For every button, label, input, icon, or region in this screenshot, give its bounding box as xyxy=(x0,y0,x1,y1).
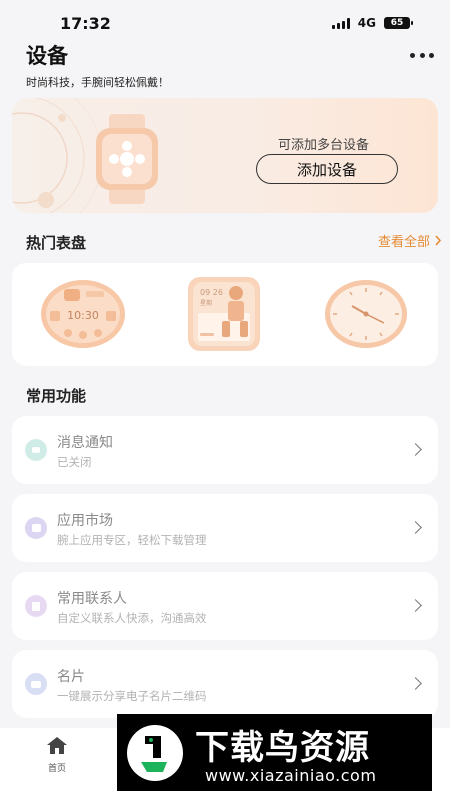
func-item-notifications[interactable]: 消息通知 已关闭 xyxy=(12,416,438,484)
status-indicators: 4G 65 xyxy=(331,16,413,30)
id-card-icon xyxy=(25,673,47,695)
page-subtitle: 时尚科技，手腕间轻松佩戴！ xyxy=(26,76,169,89)
network-type: 4G xyxy=(357,16,376,30)
func-item-contacts[interactable]: 常用联系人 自定义联系人快添，沟通高效 xyxy=(12,572,438,640)
face2-day: 星期 xyxy=(200,299,212,307)
dot-icon xyxy=(429,52,434,58)
chevron-right-icon xyxy=(435,235,442,246)
add-device-card: 可添加多台设备 添加设备 xyxy=(12,98,438,213)
status-bar: 17:32 4G 65 xyxy=(0,0,450,44)
bell-icon xyxy=(25,439,47,461)
watermark-banner: 下载鸟资源 www.xiazainiao.com xyxy=(117,714,432,791)
device-hint-text: 可添加多台设备 xyxy=(278,138,370,153)
status-time: 17:32 xyxy=(60,14,111,33)
more-options-button[interactable] xyxy=(410,46,434,64)
battery-level: 65 xyxy=(390,18,404,28)
home-icon xyxy=(47,737,67,754)
func-desc: 腕上应用专区，轻松下载管理 xyxy=(57,533,207,547)
face1-time: 10:30 xyxy=(67,309,99,322)
dot-icon xyxy=(419,52,425,58)
func-desc: 自定义联系人快添，沟通高效 xyxy=(57,611,207,625)
add-device-button[interactable]: 添加设备 xyxy=(256,154,398,184)
func-label: 名片 xyxy=(57,669,85,685)
func-label: 常用联系人 xyxy=(57,591,127,607)
dot-icon xyxy=(410,52,415,58)
tab-home[interactable]: 首页 xyxy=(40,736,74,774)
func-item-business-card[interactable]: 名片 一键展示分享电子名片二维码 xyxy=(12,650,438,718)
view-all-label: 查看全部 xyxy=(377,235,430,250)
hot-faces-title: 热门表盘 xyxy=(26,234,87,252)
page-title: 设备 xyxy=(26,44,68,68)
watermark-url: www.xiazainiao.com xyxy=(205,766,377,785)
func-label: 消息通知 xyxy=(57,435,113,451)
watch-face-1[interactable]: 10:30 xyxy=(40,279,126,349)
watermark-title: 下载鸟资源 xyxy=(195,728,370,768)
watch-face-2[interactable]: 09 26 星期 xyxy=(188,277,260,351)
func-item-app-market[interactable]: 应用市场 腕上应用专区，轻松下载管理 xyxy=(12,494,438,562)
func-desc: 已关闭 xyxy=(57,455,92,469)
chevron-right-icon xyxy=(409,599,422,612)
watch-face-3[interactable] xyxy=(324,279,408,349)
chevron-right-icon xyxy=(409,677,422,690)
smartwatch-icon xyxy=(96,114,158,204)
bird-logo-icon xyxy=(127,725,183,781)
face2-date: 09 26 xyxy=(200,288,223,297)
functions-title: 常用功能 xyxy=(26,387,87,405)
battery-icon: 65 xyxy=(384,17,413,29)
cellular-signal-icon xyxy=(331,17,350,29)
func-desc: 一键展示分享电子名片二维码 xyxy=(57,689,207,703)
tab-home-label: 首页 xyxy=(47,764,66,774)
contact-card-icon xyxy=(25,595,47,617)
chevron-right-icon xyxy=(409,443,422,456)
watch-faces-card: 10:30 09 26 星期 xyxy=(12,263,438,366)
chevron-right-icon xyxy=(409,521,422,534)
bag-icon xyxy=(25,517,47,539)
func-label: 应用市场 xyxy=(57,513,113,529)
view-all-link[interactable]: 查看全部 xyxy=(378,231,442,250)
